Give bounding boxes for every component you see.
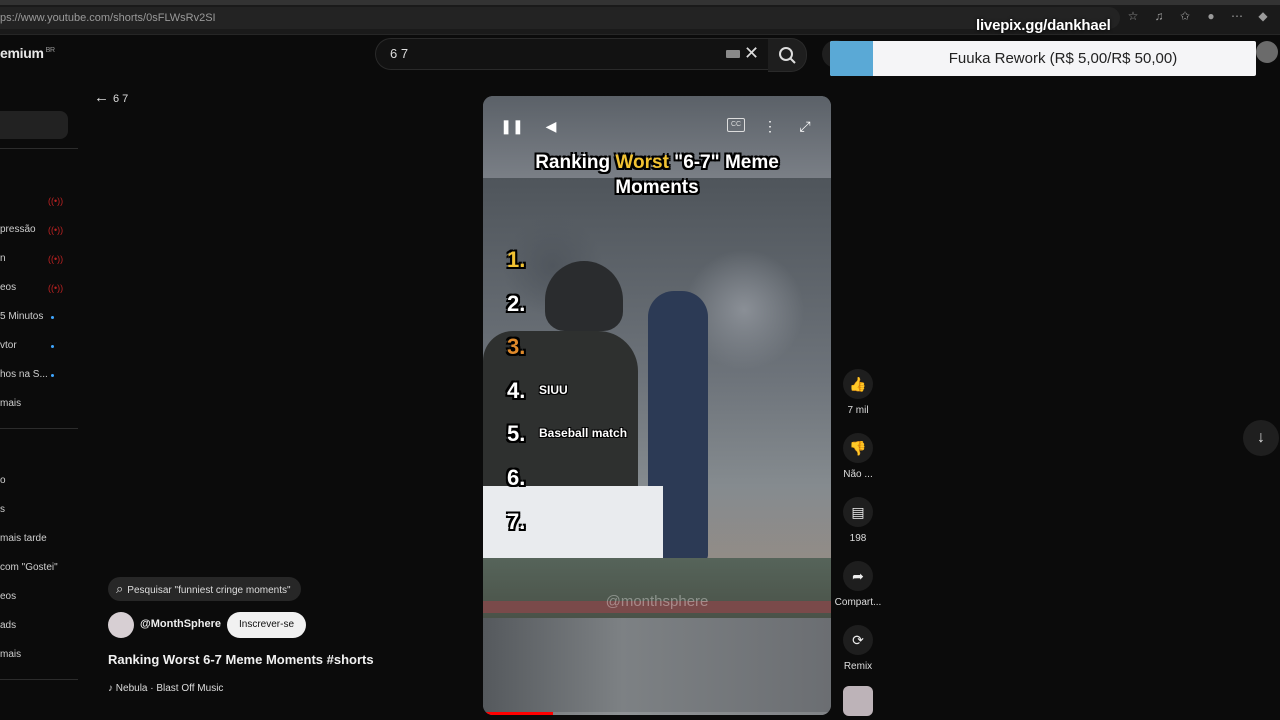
sidebar-divider xyxy=(0,428,78,429)
youtube-logo[interactable]: emium BR xyxy=(0,45,55,61)
sidebar-item[interactable]: ads xyxy=(0,620,16,631)
search-button[interactable] xyxy=(768,38,807,72)
sidebar-item[interactable]: hos na S... xyxy=(0,369,48,380)
favorites-icon[interactable]: ✩ xyxy=(1176,7,1194,25)
tab-strip xyxy=(0,0,1280,5)
live-icon: ((•)) xyxy=(48,225,64,235)
address-bar[interactable]: ps://www.youtube.com/shorts/0sFLWsRv2SI xyxy=(0,7,1120,29)
sidebar-item[interactable]: o xyxy=(0,475,6,486)
account-avatar[interactable] xyxy=(1256,41,1278,63)
star-icon[interactable]: ☆ xyxy=(1124,7,1142,25)
dislike-icon[interactable]: 👎 xyxy=(843,433,873,463)
sidebar-item[interactable]: pressão xyxy=(0,224,36,235)
rank-number: 1. xyxy=(507,247,526,272)
music-note-icon: ♪ xyxy=(108,683,116,694)
sidebar-item[interactable]: s xyxy=(0,504,5,515)
sidebar-divider xyxy=(0,679,78,680)
comment-count: 198 xyxy=(849,533,867,544)
title-highlight: Worst xyxy=(615,152,669,173)
rank-number: 6. xyxy=(507,465,526,490)
rank-number: 4. xyxy=(507,378,526,403)
dislike-label: Não ... xyxy=(843,469,873,480)
sidebar-show-more[interactable]: mais xyxy=(0,649,21,660)
browser-icons: ☆ ♫ ✩ ● ⋯ ◆ xyxy=(1124,7,1272,25)
sidebar-active-item[interactable] xyxy=(0,111,68,139)
search-suggestion-chip[interactable]: ⌕ Pesquisar "funniest cringe moments" xyxy=(108,577,301,601)
extensions-icon[interactable]: ♫ xyxy=(1150,7,1168,25)
search-icon: ⌕ xyxy=(116,581,124,596)
music-credit[interactable]: ♪ Nebula · Blast Off Music xyxy=(108,683,223,694)
sidebar-divider xyxy=(0,148,78,149)
video-title-overlay-line2: Moments xyxy=(615,177,699,198)
sidebar-item-liked[interactable]: com "Gostei" xyxy=(0,562,58,573)
pause-icon[interactable]: ❚❚ xyxy=(500,114,524,138)
rank-number: 2. xyxy=(507,291,526,316)
share-icon[interactable]: ➦ xyxy=(843,561,873,591)
live-icon: ((•)) xyxy=(48,283,64,293)
sidebar: ((•)) pressão ((•)) n ((•)) eos ((•)) 5 … xyxy=(0,100,78,720)
subscribe-button[interactable]: Inscrever-se xyxy=(227,612,306,638)
volume-icon[interactable]: ◀ xyxy=(539,114,563,138)
video-title-overlay-line1: Ranking Worst "6-7" Meme xyxy=(483,152,831,174)
sidebar-item[interactable]: 5 Minutos xyxy=(0,311,43,322)
title-part: "6-7" Meme xyxy=(668,152,779,173)
sidebar-show-more[interactable]: mais xyxy=(0,398,21,409)
sidebar-item[interactable]: vtor xyxy=(0,340,17,351)
search-box[interactable]: 6 7 ✕ xyxy=(375,38,770,70)
sidebar-item[interactable]: eos xyxy=(0,591,16,602)
remix-label: Remix xyxy=(843,661,873,672)
channel-name[interactable]: @MonthSphere xyxy=(140,618,221,630)
search-input[interactable]: 6 7 xyxy=(390,46,408,61)
channel-avatar[interactable] xyxy=(108,612,134,638)
search-icon xyxy=(779,47,796,64)
video-title[interactable]: Ranking Worst 6-7 Meme Moments #shorts xyxy=(108,652,374,667)
playback-progress-bar[interactable] xyxy=(483,712,831,715)
sidebar-item[interactable]: eos xyxy=(0,282,16,293)
captions-icon[interactable]: CC xyxy=(727,118,745,132)
live-icon: ((•)) xyxy=(48,254,64,264)
sound-thumbnail[interactable] xyxy=(843,686,873,716)
logo-text: emium xyxy=(0,45,44,61)
sidebar-item[interactable]: n xyxy=(0,253,6,264)
search-suggestion-text: Pesquisar "funniest cringe moments" xyxy=(127,585,291,596)
share-label: Compart... xyxy=(834,597,882,608)
music-label: Nebula · Blast Off Music xyxy=(115,683,224,694)
menu-dots-icon[interactable]: ⋯ xyxy=(1228,7,1246,25)
rank-number: 7. xyxy=(507,509,526,534)
logo-region: BR xyxy=(45,47,55,55)
donation-goal-bar: Fuuka Rework (R$ 5,00/R$ 50,00) xyxy=(830,41,1256,76)
fullscreen-icon[interactable]: ⤢ xyxy=(793,114,817,138)
clear-icon[interactable]: ✕ xyxy=(744,43,759,64)
shorts-player[interactable]: ❚❚ ◀ CC ⋮ ⤢ Ranking Worst "6-7" Meme Mom… xyxy=(483,96,831,715)
new-content-dot xyxy=(51,374,54,377)
video-bottom-blur xyxy=(483,618,831,715)
like-count: 7 mil xyxy=(847,405,869,416)
sidebar-item-watch-later[interactable]: mais tarde xyxy=(0,533,47,544)
down-arrow-icon[interactable]: ↓ xyxy=(1243,420,1279,456)
playback-progress-fill xyxy=(483,712,553,715)
copilot-icon[interactable]: ◆ xyxy=(1254,7,1272,25)
video-watermark: @monthsphere xyxy=(605,593,709,610)
stream-overlay-text: livepix.gg/dankhael xyxy=(976,17,1111,34)
remix-icon[interactable]: ⟳ xyxy=(843,625,873,655)
donation-goal-text: Fuuka Rework (R$ 5,00/R$ 50,00) xyxy=(948,50,1178,67)
profile-icon[interactable]: ● xyxy=(1202,7,1220,25)
like-icon[interactable]: 👍 xyxy=(843,369,873,399)
back-arrow-icon: ← xyxy=(94,89,109,106)
rank-number: 3. xyxy=(507,334,526,359)
new-content-dot xyxy=(51,316,54,319)
rank-label: SIUU xyxy=(539,383,568,397)
title-part: Ranking xyxy=(535,152,616,173)
rank-label: Baseball match xyxy=(539,426,628,440)
video-figure-helmet xyxy=(545,261,623,331)
comment-icon[interactable]: ▤ xyxy=(843,497,873,527)
more-icon[interactable]: ⋮ xyxy=(758,114,782,138)
live-icon: ((•)) xyxy=(48,196,64,206)
back-label: 6 7 xyxy=(113,93,129,105)
new-content-dot xyxy=(51,345,54,348)
keyboard-icon[interactable] xyxy=(726,50,740,58)
back-button[interactable]: ← 6 7 xyxy=(94,89,128,106)
rank-number: 5. xyxy=(507,421,526,446)
